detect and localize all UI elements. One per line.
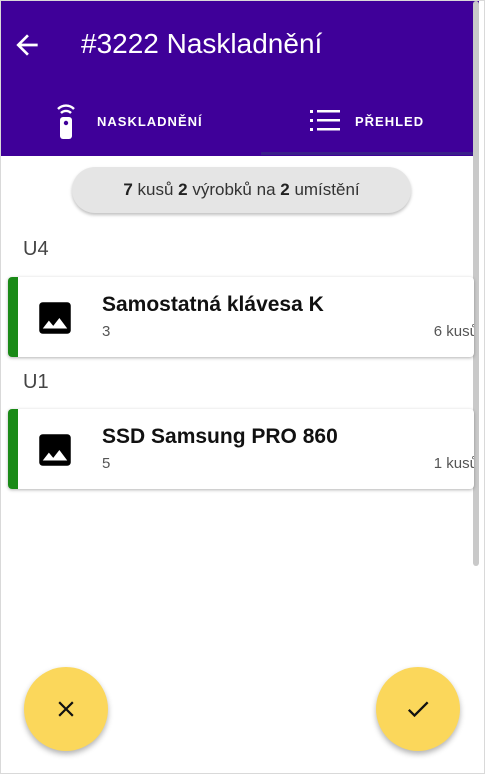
summary-pieces-word: kusů — [132, 180, 179, 199]
arrow-back-icon — [16, 34, 38, 56]
cancel-button[interactable] — [24, 667, 108, 751]
tab-prehled-label: PŘEHLED — [355, 113, 425, 129]
image-icon — [39, 302, 71, 334]
tab-naskladneni-label: NASKLADNĚNÍ — [97, 113, 203, 129]
app-frame: #3222 Naskladnění NASKLADNĚNÍ PŘEHLED 7 … — [0, 0, 485, 774]
check-icon — [407, 701, 429, 718]
active-tab-indicator — [261, 152, 479, 155]
close-icon — [58, 701, 74, 717]
page-title: #3222 Naskladnění — [81, 28, 323, 59]
product-card[interactable]: SSD Samsung PRO 860 5 1 kusů — [8, 409, 474, 489]
app-bar: #3222 Naskladnění NASKLADNĚNÍ PŘEHLED — [1, 1, 479, 156]
summary-locations-word: umístění — [289, 180, 360, 199]
product-card[interactable]: Samostatná klávesa K 3 6 kusů — [8, 277, 474, 357]
tab-naskladneni[interactable]: NASKLADNĚNÍ — [51, 93, 251, 149]
product-name: SSD Samsung PRO 860 — [102, 425, 338, 448]
tab-prehled[interactable]: PŘEHLED — [309, 93, 469, 149]
location-header-u4: U4 — [23, 238, 49, 260]
status-accent-bar — [8, 409, 18, 489]
confirm-button[interactable] — [376, 667, 460, 751]
location-header-u1: U1 — [23, 371, 49, 393]
back-button[interactable] — [11, 29, 43, 61]
product-location-code: 3 — [102, 323, 111, 340]
summary-products-word: výrobků na — [187, 180, 281, 199]
product-name: Samostatná klávesa K — [102, 293, 324, 316]
summary-pieces: 7 — [123, 180, 133, 199]
summary-locations: 2 — [280, 180, 290, 199]
product-quantity: 6 kusů — [433, 323, 474, 340]
image-icon — [39, 434, 71, 466]
product-location-code: 5 — [102, 455, 111, 472]
status-accent-bar — [8, 277, 18, 357]
list-icon — [310, 110, 340, 131]
summary-chip: 7 kusů 2 výrobků na 2 umístění — [72, 167, 411, 213]
summary-products: 2 — [178, 180, 188, 199]
product-quantity: 1 kusů — [433, 455, 474, 472]
remote-scanner-icon — [57, 104, 75, 139]
